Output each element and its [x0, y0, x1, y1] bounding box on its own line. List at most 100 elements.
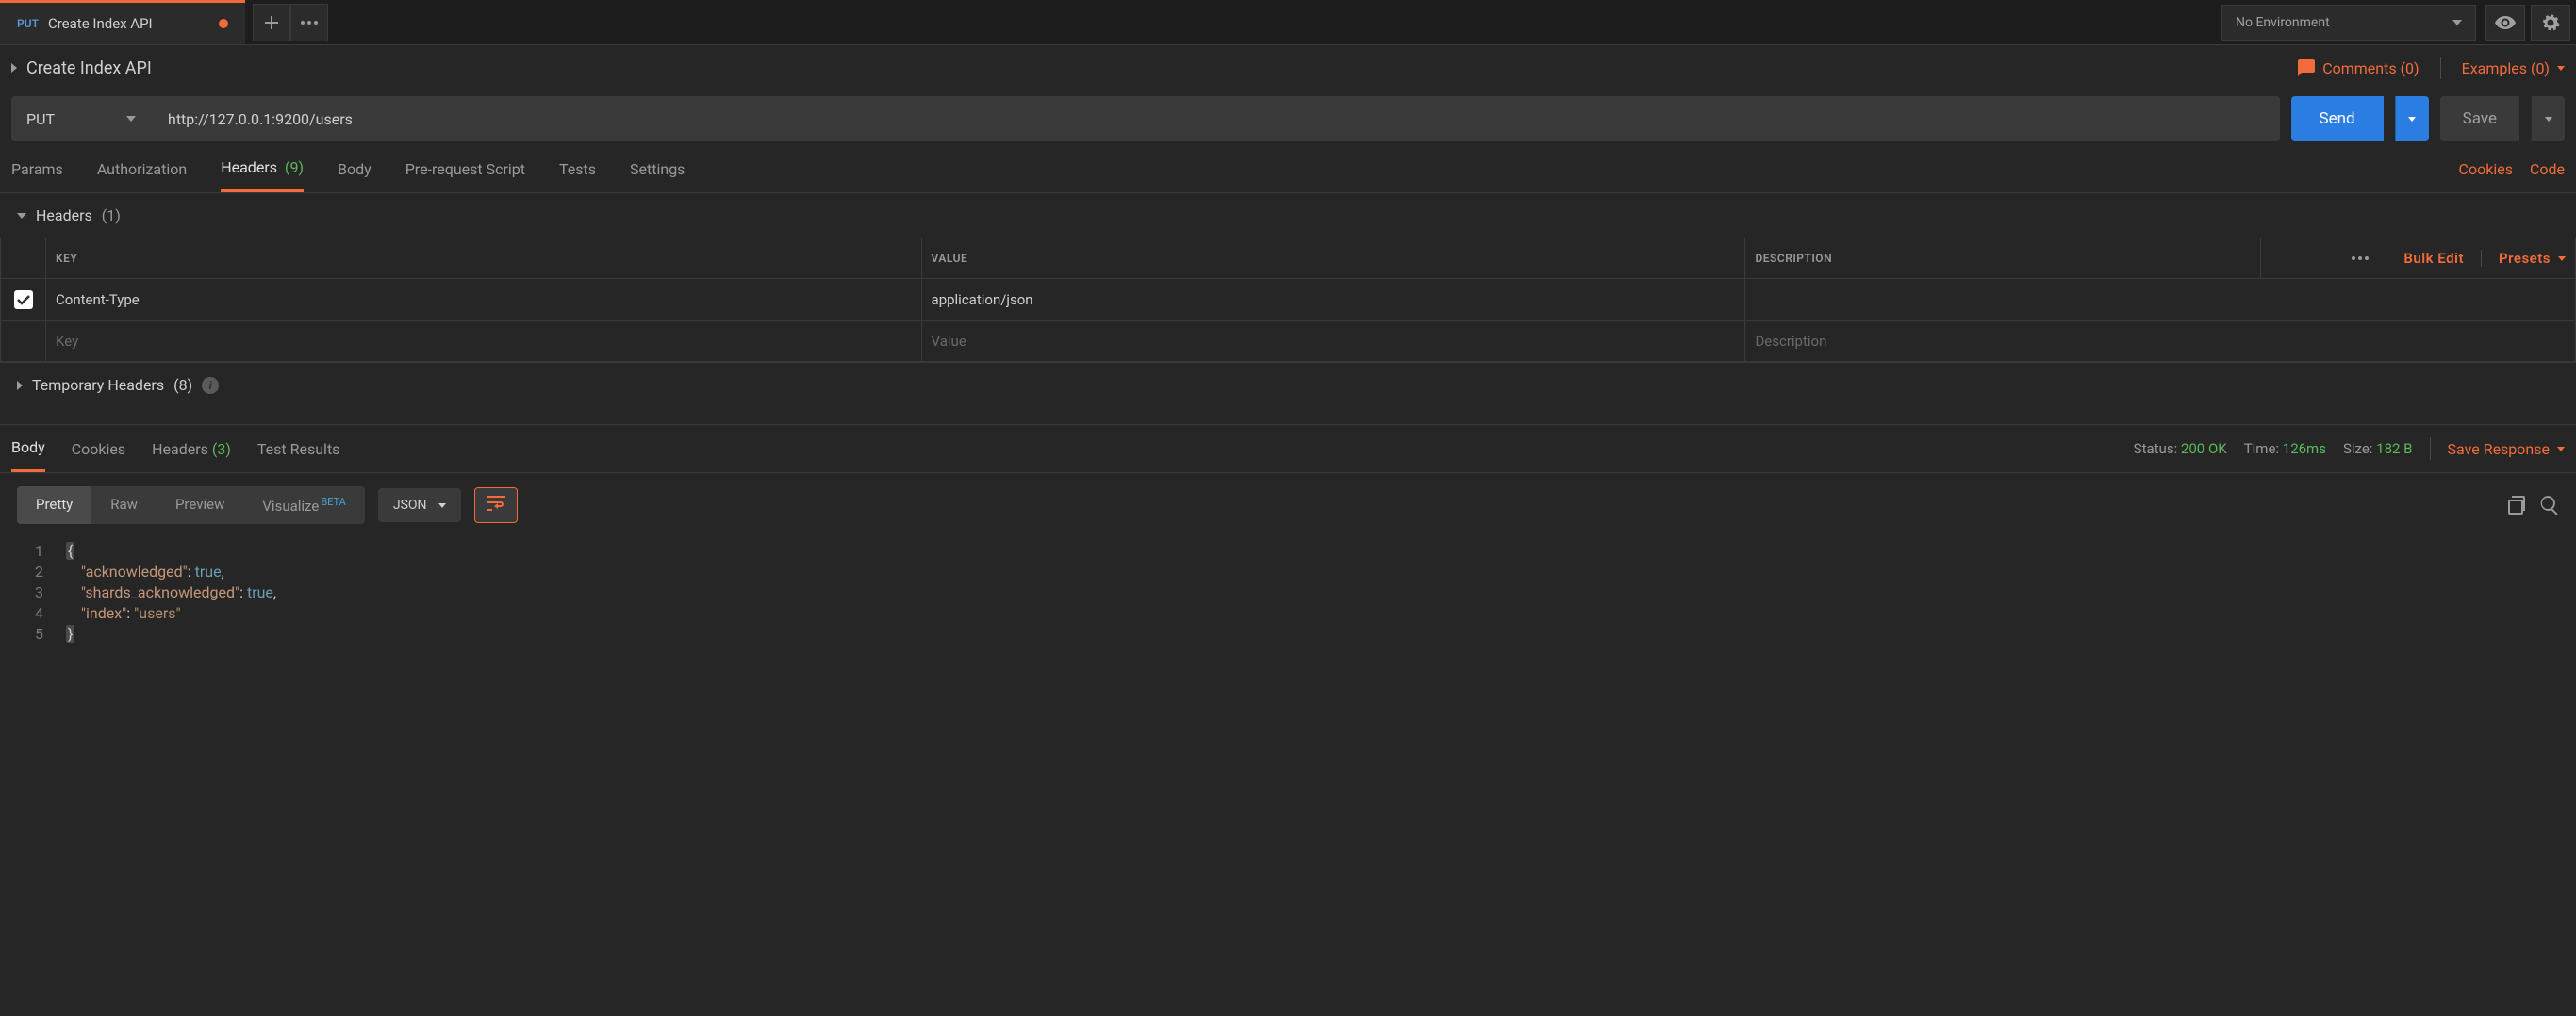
headers-section-header[interactable]: Headers (1) [0, 193, 2576, 238]
wrap-icon [487, 496, 505, 511]
response-view-controls: Pretty Raw Preview VisualizeBETA JSON [0, 473, 2576, 537]
tab-prerequest[interactable]: Pre-request Script [405, 160, 525, 191]
gear-icon [2541, 13, 2560, 32]
header-key-cell[interactable]: Content-Type [46, 279, 922, 321]
response-tabs: Body Cookies Headers (3) Test Results St… [0, 424, 2576, 473]
view-mode-segment: Pretty Raw Preview VisualizeBETA [17, 486, 365, 524]
chevron-down-icon [438, 503, 446, 508]
tab-tests[interactable]: Tests [559, 160, 596, 191]
environment-select[interactable]: No Environment [2221, 5, 2476, 41]
presets-label: Presets [2499, 250, 2551, 267]
send-options-button[interactable] [2395, 96, 2429, 141]
response-body-viewer[interactable]: 1{2 "acknowledged": true,3 "shards_ackno… [0, 537, 2576, 648]
tab-body[interactable]: Body [338, 160, 372, 191]
save-options-button[interactable] [2531, 96, 2565, 141]
response-tab-body[interactable]: Body [11, 425, 45, 472]
headers-section-count: (1) [102, 206, 121, 224]
format-select[interactable]: JSON [378, 488, 461, 522]
tab-bar: PUT Create Index API No Environment [0, 0, 2576, 45]
wrap-lines-button[interactable] [474, 487, 518, 523]
examples-link[interactable]: Examples (0) [2462, 59, 2565, 77]
headers-table: KEY VALUE DESCRIPTION Bulk Edit Presets [0, 238, 2576, 362]
response-tab-cookies[interactable]: Cookies [72, 425, 125, 472]
http-method-select[interactable]: PUT [11, 96, 151, 141]
divider [2430, 437, 2431, 460]
settings-button[interactable] [2531, 5, 2570, 41]
plus-icon [265, 16, 278, 29]
col-description: DESCRIPTION [1745, 238, 2260, 279]
response-tab-headers[interactable]: Headers (3) [152, 425, 231, 472]
url-input[interactable] [151, 96, 2280, 141]
comment-icon [2296, 59, 2315, 76]
status-label: Status: [2134, 440, 2178, 457]
send-button[interactable]: Send [2291, 96, 2384, 141]
col-checkbox [1, 238, 46, 279]
caret-right-icon[interactable] [11, 63, 17, 73]
status-value: 200 OK [2181, 440, 2227, 457]
size-value: 182 B [2376, 440, 2412, 457]
headers-section-label: Headers [36, 206, 92, 224]
presets-link[interactable]: Presets [2499, 250, 2566, 267]
request-tab[interactable]: PUT Create Index API [0, 0, 245, 44]
response-tab-headers-label: Headers [152, 440, 208, 458]
comments-link[interactable]: Comments (0) [2296, 59, 2419, 77]
chevron-down-icon [17, 213, 26, 219]
copy-icon[interactable] [2508, 496, 2525, 515]
header-key-input[interactable]: Key [46, 321, 922, 362]
ellipsis-icon [301, 21, 318, 25]
table-row: Content-Type application/json [1, 279, 2576, 321]
request-tabs: Params Authorization Headers (9) Body Pr… [0, 141, 2576, 193]
temporary-headers-toggle[interactable]: Temporary Headers (8) i [0, 362, 2576, 407]
tab-authorization[interactable]: Authorization [97, 160, 187, 191]
tab-headers-count: (9) [285, 158, 304, 176]
header-description-cell[interactable] [1745, 279, 2576, 321]
cookies-link[interactable]: Cookies [2459, 160, 2513, 178]
eye-icon [2495, 16, 2516, 29]
save-response-label: Save Response [2448, 440, 2550, 458]
chevron-down-icon [2557, 66, 2565, 71]
tab-method-badge: PUT [17, 17, 39, 30]
ellipsis-icon[interactable] [2352, 256, 2369, 260]
beta-badge: BETA [321, 496, 346, 508]
chevron-down-icon [2408, 117, 2416, 122]
header-value-cell[interactable]: application/json [921, 279, 1745, 321]
url-row: PUT Send Save [0, 96, 2576, 141]
chevron-down-icon [126, 116, 136, 122]
size-label: Size: [2343, 440, 2372, 457]
divider [2481, 250, 2482, 267]
http-method-value: PUT [26, 110, 55, 128]
col-description-label: DESCRIPTION [1755, 252, 1832, 265]
save-button[interactable]: Save [2440, 96, 2519, 141]
col-key: KEY [46, 238, 922, 279]
header-description-input[interactable]: Description [1745, 321, 2576, 362]
save-response-link[interactable]: Save Response [2448, 440, 2565, 458]
tab-params[interactable]: Params [11, 160, 63, 191]
check-icon [17, 295, 30, 305]
request-title-row: Create Index API Comments (0) Examples (… [0, 45, 2576, 96]
row-checkbox[interactable] [14, 290, 33, 309]
header-value-input[interactable]: Value [921, 321, 1745, 362]
col-value: VALUE [921, 238, 1745, 279]
temporary-headers-label: Temporary Headers [32, 376, 164, 394]
new-tab-button[interactable] [253, 4, 290, 41]
view-preview-button[interactable]: Preview [157, 486, 243, 524]
view-visualize-button[interactable]: VisualizeBETA [243, 486, 364, 524]
time-label: Time: [2244, 440, 2279, 457]
view-pretty-button[interactable]: Pretty [17, 486, 91, 524]
code-link[interactable]: Code [2530, 160, 2565, 178]
environment-quicklook-button[interactable] [2485, 5, 2525, 41]
tab-headers-label: Headers [221, 158, 277, 176]
response-tab-headers-count: (3) [212, 440, 231, 458]
table-row-new: Key Value Description [1, 321, 2576, 362]
tab-settings[interactable]: Settings [630, 160, 685, 191]
tab-headers[interactable]: Headers (9) [221, 158, 304, 192]
format-value: JSON [393, 498, 427, 513]
bulk-edit-link[interactable]: Bulk Edit [2403, 250, 2464, 267]
divider [2440, 57, 2441, 79]
tab-more-button[interactable] [290, 4, 328, 41]
response-tab-testresults[interactable]: Test Results [257, 425, 340, 472]
info-icon[interactable]: i [202, 377, 219, 394]
search-icon[interactable] [2540, 496, 2559, 515]
view-raw-button[interactable]: Raw [91, 486, 157, 524]
tab-title: Create Index API [48, 15, 153, 32]
